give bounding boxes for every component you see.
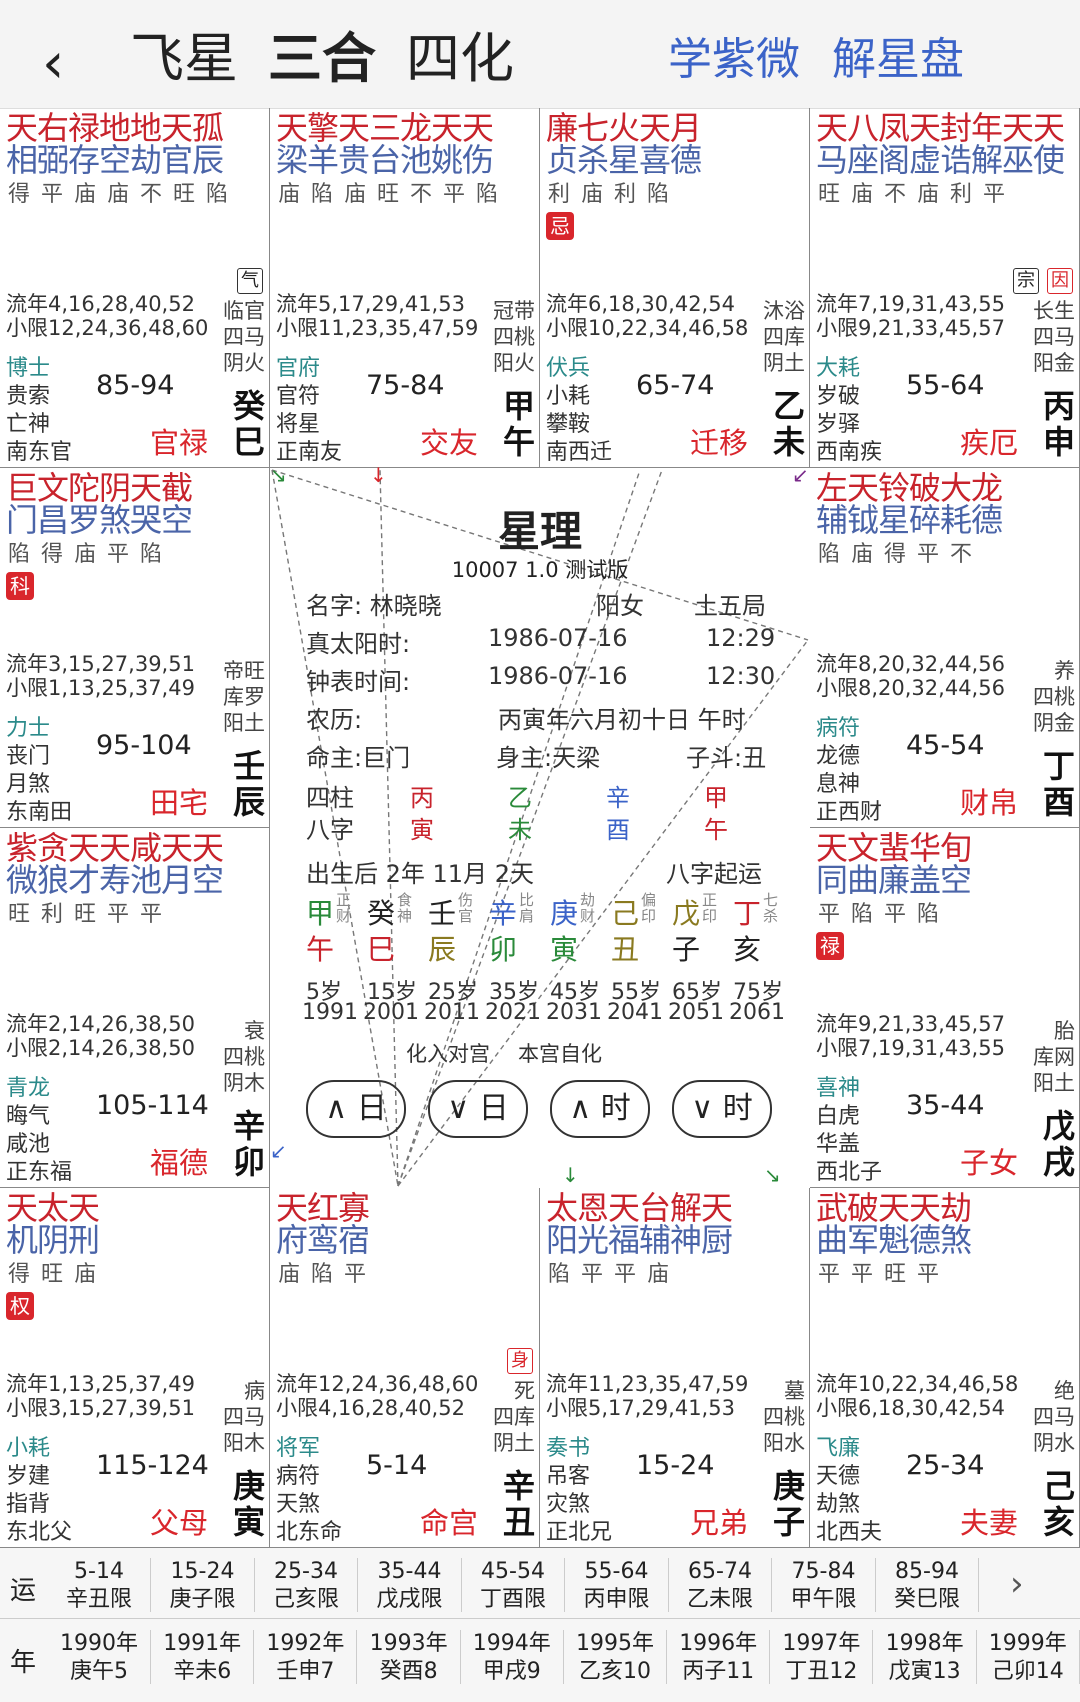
dayun-year: 2041 (607, 1000, 663, 1025)
dayun-year: 1991 (302, 1000, 358, 1025)
dayun-shishen: 正财 (336, 891, 352, 925)
dayun-branch: 午 (306, 933, 335, 966)
yun-label: 运 (9, 1576, 36, 1606)
liunian-item[interactable]: 1990年 庚午5 (48, 1630, 151, 1684)
dayun-branch: 子 (672, 933, 701, 966)
dayun-shishen: 比肩 (519, 891, 535, 925)
name-field: 名字: 林晓晓 (306, 592, 442, 620)
chevron-down-icon: ∨ (447, 1091, 470, 1126)
app-title: 星理 (497, 507, 582, 556)
liunian-item[interactable]: 1995年 乙亥10 (564, 1630, 667, 1684)
dayun-year: 2051 (668, 1000, 724, 1025)
ju-field: 土五局 (694, 592, 766, 620)
nian-label: 年 (9, 1648, 36, 1678)
version-label: 10007 1.0 测试版 (451, 558, 629, 582)
clock-time-label: 钟表时间: (306, 668, 411, 696)
dayun-year: 2031 (546, 1000, 602, 1025)
dayun-branch: 丑 (611, 933, 640, 966)
benggong-zihua-label[interactable]: 本宫自化 (518, 1038, 602, 1068)
center-panel: 星理 10007 1.0 测试版 名字: 林晓晓 阳女 土五局 真太阳时: 19… (270, 468, 810, 1186)
clock-date: 1986-07-16 (488, 662, 628, 690)
dayun-stem: 戊 (672, 897, 701, 930)
liunian-item[interactable]: 1993年 癸酉8 (358, 1630, 461, 1684)
dayun-year: 2001 (363, 1000, 419, 1025)
dayun-shishen: 伤官 (458, 891, 474, 925)
dayun-shishen: 偏印 (641, 891, 657, 925)
divider (0, 1618, 1080, 1619)
chevron-up-icon: ∧ (569, 1091, 592, 1126)
prev-day-button[interactable]: ∧ 日 (306, 1080, 406, 1138)
dayun-branch: 卯 (489, 933, 518, 966)
daxian-item[interactable]: 15-24 庚子限 (152, 1558, 255, 1612)
pillar-branch: 午 (704, 816, 728, 844)
dayun-branch: 寅 (550, 933, 579, 966)
chevron-up-icon: ∧ (325, 1091, 348, 1126)
dayun-branch: 辰 (428, 933, 457, 966)
dayun-shishen: 食神 (397, 891, 413, 925)
lunar-label: 农历: (306, 706, 363, 734)
dayun-stem: 庚 (550, 897, 579, 930)
dayun-branch: 亥 (733, 933, 762, 966)
birth-after: 出生后 2年 11月 2天 (306, 860, 534, 888)
dayun-stem: 甲 (306, 897, 335, 930)
pillar-branch: 寅 (410, 816, 434, 844)
dayun-stem: 丁 (733, 897, 762, 930)
liunian-item[interactable]: 1996年 丙子11 (667, 1630, 771, 1684)
liunian-item[interactable]: 1999年 己卯14 (977, 1630, 1080, 1684)
dayun-shishen: 七杀 (763, 891, 779, 925)
daxian-item[interactable]: 75-84 甲午限 (773, 1558, 876, 1612)
zi-dou: 子斗:丑 (686, 744, 767, 772)
dayun-year: 2021 (485, 1000, 541, 1025)
dayun-shishen: 劫财 (580, 891, 596, 925)
dayun-branch: 巳 (367, 933, 396, 966)
shen-zhu: 身主:天梁 (496, 744, 601, 772)
next-hour-button[interactable]: ∨ 时 (672, 1080, 772, 1138)
daxian-item[interactable]: 65-74 乙未限 (669, 1558, 772, 1612)
daxian-item[interactable]: 55-64 丙申限 (566, 1558, 669, 1612)
daxian-item[interactable]: 5-14 辛丑限 (48, 1558, 151, 1612)
dayun-stem: 辛 (489, 897, 518, 930)
lunar-date: 丙寅年六月初十日 午时 (498, 706, 746, 734)
solar-time: 12:29 (706, 624, 776, 652)
ming-zhu: 命主:巨门 (306, 744, 411, 772)
chevron-right-icon[interactable]: › (1010, 1564, 1024, 1604)
sizhu-label: 四柱 (306, 784, 354, 812)
pillar-branch: 未 (508, 816, 532, 844)
dayun-year: 2011 (424, 1000, 480, 1025)
clock-time: 12:30 (706, 662, 776, 690)
next-day-button[interactable]: ∨ 日 (428, 1080, 528, 1138)
dayun-shishen: 正印 (702, 891, 718, 925)
prev-hour-button[interactable]: ∧ 时 (550, 1080, 650, 1138)
daxian-item[interactable]: 35-44 戊戌限 (359, 1558, 462, 1612)
huaru-duigong-label[interactable]: 化入对宫 (406, 1038, 490, 1068)
liunian-item[interactable]: 1992年 壬申7 (254, 1630, 358, 1684)
liunian-item[interactable]: 1994年 甲戌9 (461, 1630, 564, 1684)
bottom-bar: 运 年 › 5-14 辛丑限 15-24 庚子限 25-34 己亥限 35-44 戊戌限 45-… (0, 1548, 1080, 1702)
chevron-down-icon: ∨ (691, 1091, 714, 1126)
solar-date: 1986-07-16 (488, 624, 628, 652)
daxian-item[interactable]: 85-94 癸巳限 (876, 1558, 979, 1612)
pillar-stem: 甲 (704, 784, 728, 812)
pillar-stem: 丙 (410, 784, 434, 812)
gender-field: 阳女 (596, 592, 644, 620)
liunian-item[interactable]: 1997年 丁丑12 (770, 1630, 874, 1684)
daxian-item[interactable]: 45-54 丁酉限 (462, 1558, 565, 1612)
dayun-stem: 壬 (428, 897, 457, 930)
bazi-label: 八字 (306, 816, 354, 844)
solar-time-label: 真太阳时: (306, 630, 411, 658)
pillar-stem: 乙 (508, 784, 532, 812)
pillar-branch: 酉 (606, 816, 630, 844)
dayun-stem: 癸 (367, 897, 396, 930)
dayun-year: 2061 (729, 1000, 785, 1025)
pillar-stem: 辛 (606, 784, 630, 812)
dayun-stem: 己 (611, 897, 640, 930)
liunian-item[interactable]: 1998年 戊寅13 (874, 1630, 977, 1684)
liunian-item[interactable]: 1991年 辛未6 (151, 1630, 255, 1684)
daxian-item[interactable]: 25-34 己亥限 (255, 1558, 358, 1612)
bazi-qiyun: 八字起运 (666, 860, 762, 888)
